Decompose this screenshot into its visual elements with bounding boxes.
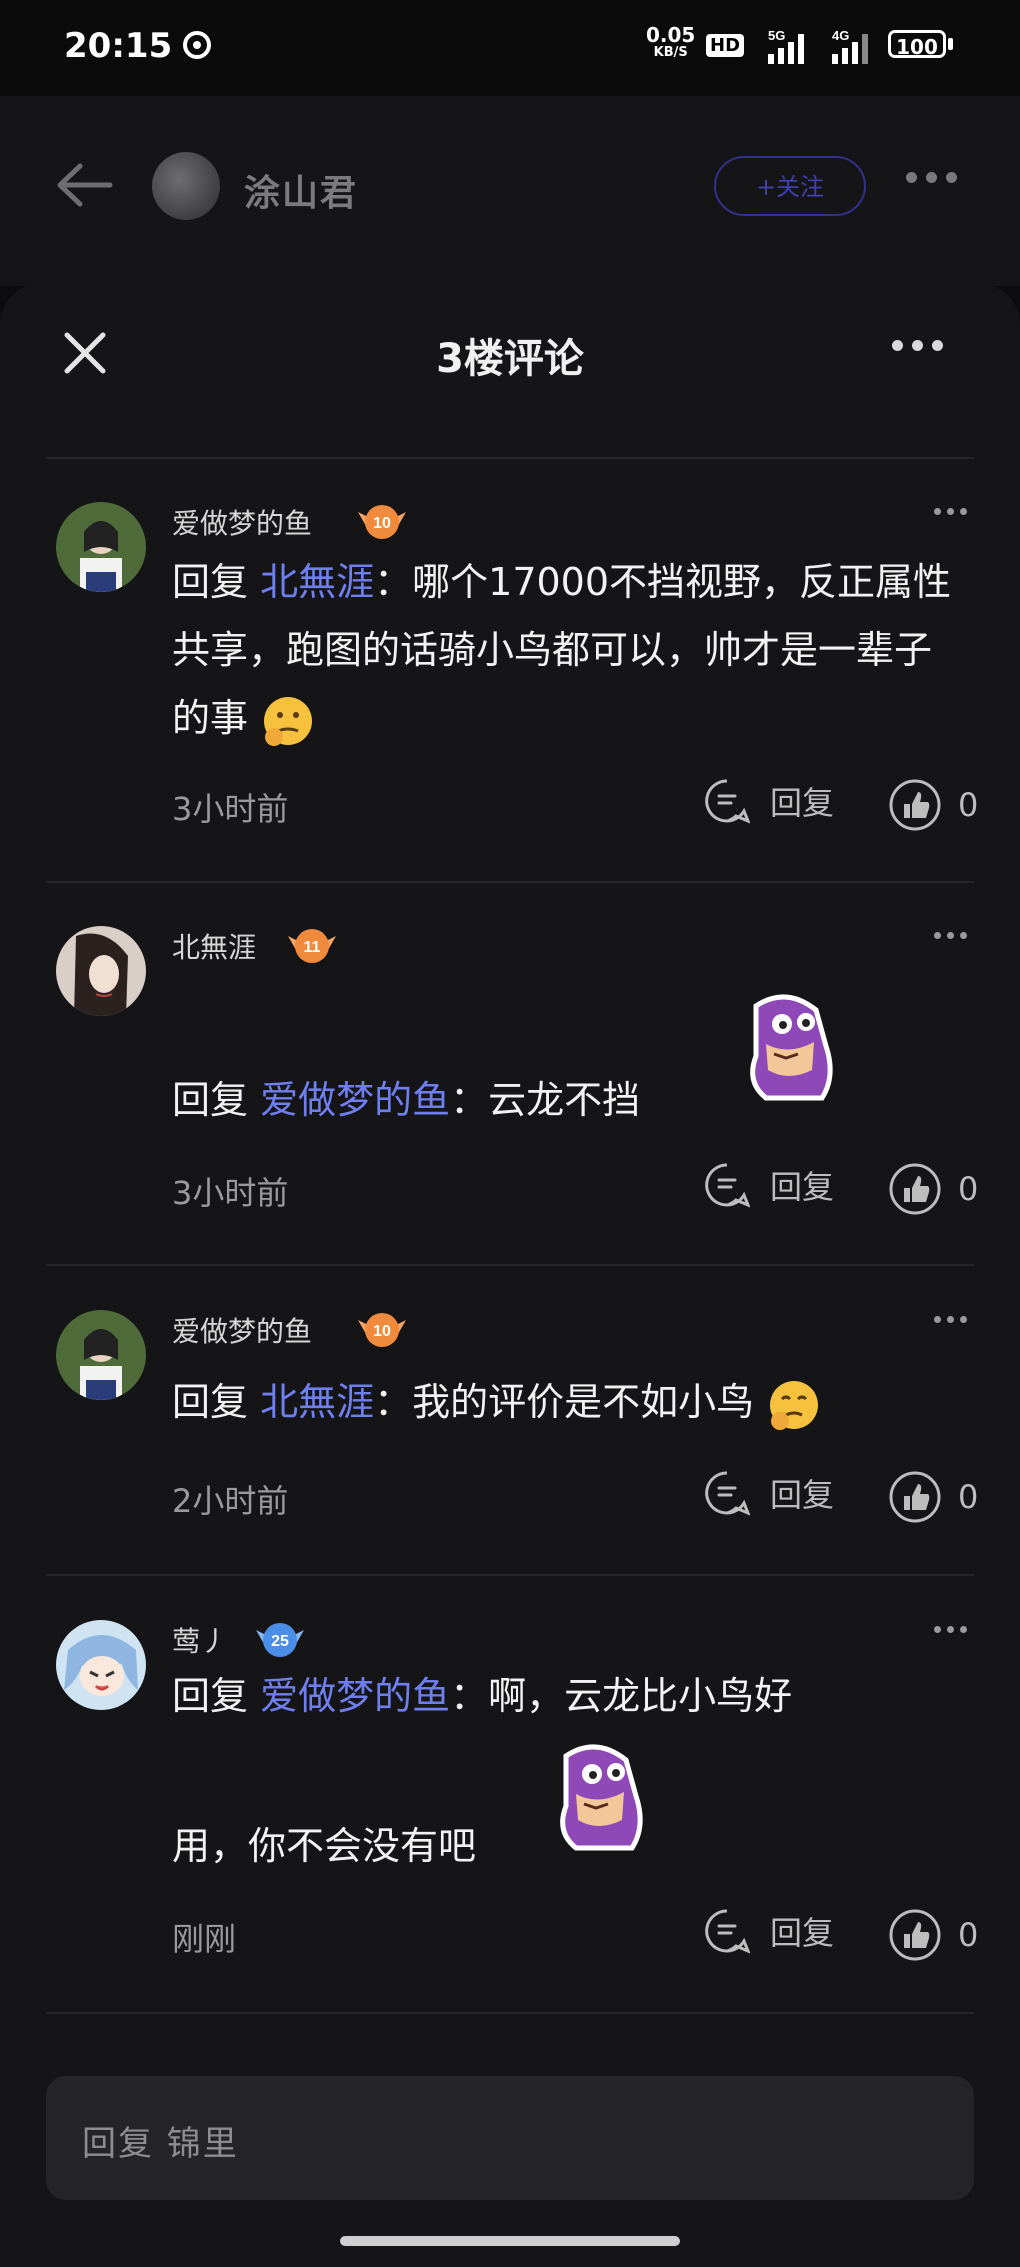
comment-body: 啊，云龙比小鸟好: [488, 1674, 793, 1718]
reply-input-placeholder: 回复 锦里: [82, 2124, 239, 2164]
reply-label: 回复: [770, 784, 835, 822]
svg-text:10: 10: [373, 1323, 391, 1340]
thinking-emoji-icon: [770, 1380, 819, 1430]
reply-prefix: 回复: [172, 560, 249, 604]
reply-button[interactable]: 回复: [704, 1162, 834, 1208]
reply-label: 回复: [770, 1476, 835, 1514]
reply-prefix: 回复: [172, 1380, 249, 1424]
comment-body: 云龙不挡: [488, 1078, 641, 1122]
comment-username[interactable]: 北無涯: [172, 926, 256, 966]
like-count: 0: [958, 1478, 979, 1516]
follow-button[interactable]: +关注: [714, 156, 866, 216]
battery-icon: 100: [888, 30, 946, 59]
divider: [46, 881, 974, 883]
like-count: 0: [958, 1170, 979, 1208]
separator: ：: [374, 1380, 413, 1424]
svg-text:10: 10: [373, 515, 391, 532]
avatar[interactable]: [56, 502, 146, 592]
reply-bubble-icon: [705, 1471, 750, 1516]
mention-link[interactable]: 爱做梦的鱼: [260, 1674, 450, 1718]
reply-prefix: 回复: [172, 1078, 249, 1122]
separator: ：: [450, 1674, 489, 1718]
level-badge-icon: 10: [358, 1313, 406, 1347]
divider: [46, 457, 974, 459]
speed-value: 0.05: [646, 23, 696, 47]
comment-time: 3小时前: [172, 1174, 289, 1212]
network-speed: 0.05 KB/S: [646, 23, 696, 62]
back-arrow-icon[interactable]: [54, 160, 114, 210]
signal-5g-icon: 5G: [768, 28, 804, 64]
reply-bubble-icon: [705, 1909, 750, 1954]
avatar[interactable]: [56, 1620, 146, 1710]
like-button[interactable]: 0: [888, 1908, 978, 1962]
like-button[interactable]: 0: [888, 778, 978, 832]
comment-time: 2小时前: [172, 1482, 289, 1520]
level-badge-icon: 11: [288, 929, 336, 963]
author-avatar[interactable]: [152, 152, 220, 220]
comment-text: 回复 北無涯：我的评价是不如小鸟: [172, 1368, 952, 1436]
hd-badge: HD: [706, 34, 745, 57]
comment-more-icon[interactable]: [934, 1626, 967, 1633]
reply-prefix: 回复: [172, 1674, 249, 1718]
separator: ：: [450, 1078, 489, 1122]
signal-4g-icon: 4G: [832, 28, 868, 64]
comment-time: 刚刚: [172, 1920, 237, 1958]
svg-text:11: 11: [304, 939, 321, 956]
reply-label: 回复: [770, 1914, 835, 1952]
battery-tip: [948, 38, 953, 50]
comment-text: 回复 爱做梦的鱼：啊，云龙比小鸟好: [172, 1662, 952, 1730]
reply-label: 回复: [770, 1168, 835, 1206]
status-bar: 20:15 0.05 KB/S HD 5G 4G 100: [0, 0, 1020, 96]
mention-link[interactable]: 爱做梦的鱼: [260, 1078, 450, 1122]
comment-text-continued: 用，你不会没有吧: [172, 1824, 477, 1868]
reply-bubble-icon: [705, 779, 750, 824]
like-thumb-icon: [889, 779, 941, 831]
divider: [46, 1574, 974, 1576]
mention-link[interactable]: 北無涯: [260, 1380, 374, 1424]
like-thumb-icon: [889, 1471, 941, 1523]
comment-more-icon[interactable]: [934, 1316, 967, 1323]
comment-body: 我的评价是不如小鸟: [412, 1380, 755, 1424]
comment-more-icon[interactable]: [934, 932, 967, 939]
author-name[interactable]: 涂山君: [244, 164, 358, 216]
comment-username[interactable]: 爱做梦的鱼: [172, 502, 312, 542]
comment-username[interactable]: 爱做梦的鱼: [172, 1310, 312, 1350]
level-badge-icon: 10: [358, 505, 406, 539]
like-count: 0: [958, 1916, 979, 1954]
status-time: 20:15: [64, 26, 173, 66]
comment-username[interactable]: 莺丿: [172, 1620, 228, 1660]
like-thumb-icon: [889, 1163, 941, 1215]
hotspot-icon: [183, 31, 211, 59]
reply-input[interactable]: 回复 锦里: [46, 2076, 974, 2200]
thinking-emoji-icon: [264, 696, 313, 746]
home-indicator[interactable]: [340, 2236, 680, 2246]
reply-button[interactable]: 回复: [704, 778, 834, 824]
like-button[interactable]: 0: [888, 1470, 978, 1524]
like-button[interactable]: 0: [888, 1162, 978, 1216]
header-more-icon[interactable]: [906, 172, 957, 183]
comment-text: 回复 北無涯：哪个17000不挡视野，反正属性共享，跑图的话骑小鸟都可以，帅才是…: [172, 548, 952, 752]
separator: ：: [374, 560, 413, 604]
svg-text:25: 25: [271, 1633, 289, 1650]
reply-button[interactable]: 回复: [704, 1908, 834, 1954]
divider: [46, 2012, 974, 2014]
avatar[interactable]: [56, 926, 146, 1016]
like-count: 0: [958, 786, 979, 824]
comment-more-icon[interactable]: [934, 508, 967, 515]
reply-bubble-icon: [705, 1163, 750, 1208]
like-thumb-icon: [889, 1909, 941, 1961]
reply-button[interactable]: 回复: [704, 1470, 834, 1516]
avatar[interactable]: [56, 1310, 146, 1400]
comment-time: 3小时前: [172, 790, 289, 828]
svg-text:5G: 5G: [768, 28, 785, 43]
level-badge-icon: 25: [256, 1623, 304, 1657]
sheet-title: 3楼评论: [436, 336, 584, 382]
divider: [46, 1264, 974, 1266]
comment-text: 回复 爱做梦的鱼：云龙不挡: [172, 1066, 952, 1134]
sheet-more-icon[interactable]: [892, 340, 943, 351]
svg-text:4G: 4G: [832, 28, 849, 43]
mention-link[interactable]: 北無涯: [260, 560, 374, 604]
